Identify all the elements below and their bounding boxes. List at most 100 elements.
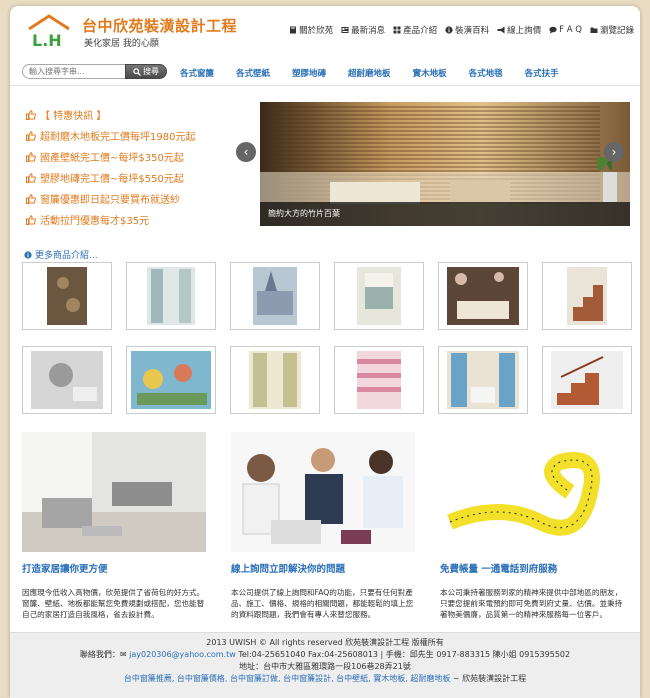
living-room-image xyxy=(22,432,206,552)
product-thumbnail[interactable] xyxy=(126,346,216,414)
footer-keywords: 台中窗簾推薦, 台中窗簾價格, 台中窗簾訂做, 台中窗簾設計, 台中壁紙, 實木… xyxy=(10,673,640,685)
thumbs-up-icon xyxy=(26,172,36,183)
topnav-label: 最新消息 xyxy=(351,26,386,36)
footer-address: 地址：台中市大雅區雅環路一段106巷28弄21號 xyxy=(239,662,411,671)
category-bar: 搜尋 各式窗簾 各式壁紙 塑膠地磚 超耐磨地板 實木地板 各式地毯 各式扶手 xyxy=(10,58,640,86)
mail-icon: ✉ xyxy=(119,650,130,659)
stairs-image xyxy=(567,267,607,325)
tape-measure-image xyxy=(440,432,624,552)
category-carpet[interactable]: 各式地毯 xyxy=(469,67,503,79)
topnav-label: 產品介紹 xyxy=(403,26,438,36)
curtain-image xyxy=(447,351,519,409)
info-icon xyxy=(445,26,453,34)
category-plastic-tiles[interactable]: 塑膠地磚 xyxy=(292,67,326,79)
thumbs-up-icon xyxy=(26,193,36,204)
wallpaper-image xyxy=(47,267,87,325)
search-icon xyxy=(133,67,141,76)
feature-design[interactable]: 打造家居讓你更方便 因應現今低收入高物價，欣苑提供了省荷包的好方式。窗簾、壁紙、… xyxy=(22,432,206,620)
footer-keyword-links[interactable]: 台中窗簾推薦, 台中窗簾價格, 台中窗簾訂做, 台中窗簾設計, 台中壁紙, 實木… xyxy=(124,674,451,683)
promo-item[interactable]: 塑膠地磚完工價~每坪$550元起 xyxy=(26,167,256,188)
site-title: 台中欣苑裝潢設計工程 xyxy=(82,17,238,35)
slider-caption: 簡約大方的竹片百葉 xyxy=(268,209,340,218)
product-thumbnail[interactable] xyxy=(22,346,112,414)
product-thumbnail[interactable] xyxy=(230,262,320,330)
search-input[interactable] xyxy=(22,64,126,79)
topnav-inquiry[interactable]: 線上詢價 xyxy=(497,24,541,36)
promo-item[interactable]: 【 特惠快訊 】 xyxy=(26,104,256,125)
search-button[interactable]: 搜尋 xyxy=(125,64,167,79)
product-thumbnail[interactable] xyxy=(542,346,632,414)
more-products-link[interactable]: 更多商品介紹... xyxy=(24,248,98,261)
news-icon xyxy=(341,27,349,33)
category-wallpaper[interactable]: 各式壁紙 xyxy=(236,67,270,79)
topnav-label: 裝潢百科 xyxy=(455,26,490,36)
promo-text: 窗簾優惠即日起只要買布就送紗 xyxy=(40,195,180,206)
product-thumbnail[interactable] xyxy=(334,346,424,414)
promo-text: 國產壁紙完工價~每坪$350元起 xyxy=(40,153,184,164)
promo-text: 超耐磨木地板完工價每坪1980元起 xyxy=(40,132,196,143)
top-nav: 關於欣苑 最新消息 產品介紹 裝潢百科 線上詢價 F A Q 瀏覽記錄 xyxy=(289,24,634,36)
logo[interactable]: L.H xyxy=(26,13,72,50)
topnav-encyclopedia[interactable]: 裝潢百科 xyxy=(445,24,489,36)
chat-icon xyxy=(549,26,557,34)
site-subtitle: 美化家居 我的心願 xyxy=(84,39,159,49)
wallpaper-image xyxy=(253,267,297,325)
product-thumbnail[interactable] xyxy=(126,262,216,330)
mural-image xyxy=(131,351,211,409)
promo-list: 【 特惠快訊 】 超耐磨木地板完工價每坪1980元起 國產壁紙完工價~每坪$35… xyxy=(26,104,256,230)
more-products-label: 更多商品介紹... xyxy=(35,251,98,261)
topnav-label: 關於欣苑 xyxy=(299,26,334,36)
stripes-image xyxy=(357,351,401,409)
feature-text: 因應現今低收入高物價，欣苑提供了省荷包的好方式。窗簾、壁紙、地板都能幫您免費規劃… xyxy=(22,588,205,619)
bedroom-image xyxy=(447,267,519,325)
category-laminate-floor[interactable]: 超耐磨地板 xyxy=(348,67,391,79)
info-icon xyxy=(24,250,32,259)
promo-text: 【 特惠快訊 】 xyxy=(40,111,107,122)
hero-slider[interactable]: 簡約大方的竹片百葉 xyxy=(260,102,630,226)
topnav-label: 線上詢價 xyxy=(507,26,542,36)
category-handrail[interactable]: 各式扶手 xyxy=(525,67,559,79)
folder-icon xyxy=(590,27,598,33)
product-thumbnail[interactable] xyxy=(22,262,112,330)
footer-email-link[interactable]: jay020306@yahoo.com.tw xyxy=(129,650,236,659)
topnav-about[interactable]: 關於欣苑 xyxy=(289,24,333,36)
category-nav: 各式窗簾 各式壁紙 塑膠地磚 超耐磨地板 實木地板 各式地毯 各式扶手 xyxy=(180,67,581,79)
promo-item[interactable]: 國產壁紙完工價~每坪$350元起 xyxy=(26,146,256,167)
topnav-label: 瀏覽記錄 xyxy=(599,26,634,36)
house-logo-icon: L.H xyxy=(28,14,70,50)
footer-copyright: 2013 UWISH © All rights reserved 欣苑裝潢設計工… xyxy=(206,638,444,647)
grid-icon xyxy=(393,26,401,34)
megaphone-icon xyxy=(497,26,505,34)
topnav-history[interactable]: 瀏覽記錄 xyxy=(590,24,634,36)
promo-item[interactable]: 窗簾優惠即日起只要買布就送紗 xyxy=(26,188,256,209)
slider-prev-button[interactable]: ‹ xyxy=(236,142,256,162)
topnav-faq[interactable]: F A Q xyxy=(549,24,582,36)
category-wood-floor[interactable]: 實木地板 xyxy=(413,67,447,79)
chevron-left-icon: ‹ xyxy=(243,145,249,159)
product-thumbnail[interactable] xyxy=(438,262,528,330)
book-icon xyxy=(290,26,297,34)
feature-measure[interactable]: 免費帳量 一通電話到府服務 本公司秉持著服務到家的精神來提供中部地區的朋友，只要… xyxy=(440,432,624,620)
feature-inquiry[interactable]: 線上詢問立即解決你的問題 本公司提供了線上詢問和FAQ的功能，只要有任何對產品、… xyxy=(231,432,415,620)
promo-item[interactable]: 活動拉門優惠每才$35元 xyxy=(26,209,256,230)
feature-title: 打造家居讓你更方便 xyxy=(22,564,108,575)
product-thumbnail[interactable] xyxy=(230,346,320,414)
product-thumbnail[interactable] xyxy=(542,262,632,330)
footer-contact-prefix: 聯絡我們： xyxy=(79,650,120,659)
thumbs-up-icon xyxy=(26,130,36,141)
slider-next-button[interactable]: › xyxy=(604,142,624,162)
topnav-news[interactable]: 最新消息 xyxy=(341,24,385,36)
product-thumbnail[interactable] xyxy=(438,346,528,414)
topnav-products[interactable]: 產品介紹 xyxy=(393,24,437,36)
business-meeting-image xyxy=(231,432,415,552)
category-curtains[interactable]: 各式窗簾 xyxy=(180,67,214,79)
promo-text: 塑膠地磚完工價~每坪$550元起 xyxy=(40,174,184,185)
thumbs-up-icon xyxy=(26,151,36,162)
search-button-label: 搜尋 xyxy=(143,67,159,76)
promo-item[interactable]: 超耐磨木地板完工價每坪1980元起 xyxy=(26,125,256,146)
wallpaper-image xyxy=(31,351,103,409)
product-thumbnail[interactable] xyxy=(334,262,424,330)
footer: 2013 UWISH © All rights reserved 欣苑裝潢設計工… xyxy=(10,632,640,698)
header: L.H 台中欣苑裝潢設計工程 美化家居 我的心願 關於欣苑 最新消息 產品介紹 … xyxy=(10,6,640,56)
thumbs-up-icon xyxy=(26,214,36,225)
